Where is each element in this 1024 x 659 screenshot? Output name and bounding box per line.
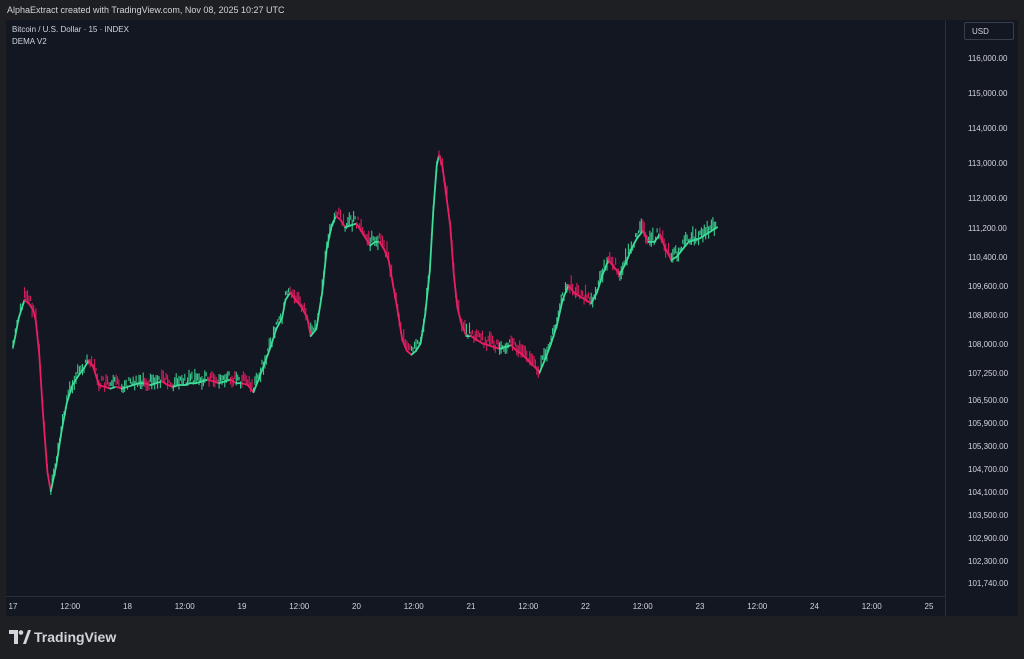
x-tick-label: 22 xyxy=(581,602,590,611)
x-tick-label: 12:00 xyxy=(633,602,654,611)
dema-segment xyxy=(383,248,390,261)
y-tick-label: 104,100.00 xyxy=(968,488,1009,497)
x-tick-label: 20 xyxy=(352,602,361,611)
y-tick-label: 108,000.00 xyxy=(968,340,1009,349)
dema-segment xyxy=(504,344,513,348)
currency-label: USD xyxy=(972,27,989,36)
x-tick-label: 21 xyxy=(467,602,476,611)
dema-segment xyxy=(432,165,438,214)
y-tick-label: 112,000.00 xyxy=(968,194,1008,203)
dema-segment xyxy=(392,284,399,312)
y-tick-label: 115,000.00 xyxy=(968,89,1008,98)
dema-segment xyxy=(452,273,459,309)
x-tick-label: 18 xyxy=(123,602,132,611)
dema-segment xyxy=(325,226,333,251)
x-tick-label: 17 xyxy=(9,602,18,611)
x-tick-label: 12:00 xyxy=(404,602,425,611)
dema-segment xyxy=(28,302,35,312)
dema-segment xyxy=(339,218,347,229)
dema-segment xyxy=(460,324,468,338)
chart-canvas[interactable]: 116,000.00 115,000.00 114,000.00 113,000.00… xyxy=(0,0,1024,659)
indicator-legend[interactable]: DEMA V2 xyxy=(12,37,47,46)
y-tick-label: 111,200.00 xyxy=(968,224,1007,233)
dema-segment xyxy=(87,359,94,368)
y-tick-label: 108,800.00 xyxy=(968,311,1009,320)
y-tick-label: 102,900.00 xyxy=(968,534,1009,543)
dema-segment xyxy=(38,353,44,412)
candles xyxy=(12,150,717,495)
y-tick-label: 107,250.00 xyxy=(968,369,1009,378)
dema-segment xyxy=(441,165,448,202)
tradingview-logo-icon[interactable] xyxy=(9,630,31,644)
dema-segment xyxy=(315,291,324,330)
y-tick-label: 110,400.00 xyxy=(968,253,1008,262)
dema-segment xyxy=(387,259,395,287)
dema-segment xyxy=(83,359,90,370)
dema-segment xyxy=(46,471,52,493)
x-tick-label: 19 xyxy=(238,602,247,611)
dema-segment xyxy=(360,230,367,240)
dema-segment xyxy=(415,342,422,352)
dema-segment xyxy=(115,385,123,390)
y-tick-label: 105,900.00 xyxy=(968,419,1009,428)
dema-segment xyxy=(401,338,408,352)
y-tick-label: 109,600.00 xyxy=(968,282,1009,291)
dema-segment xyxy=(456,306,463,327)
y-tick-label: 104,700.00 xyxy=(968,465,1009,474)
y-tick-label: 106,500.00 xyxy=(968,396,1009,405)
dema-segment xyxy=(424,269,431,316)
y-tick-label: 116,000.00 xyxy=(968,54,1008,63)
dema-segment xyxy=(481,342,490,347)
dema-segment xyxy=(330,215,337,229)
dema-segment xyxy=(396,309,404,341)
dema-segment xyxy=(55,432,62,466)
y-tick-label: 114,000.00 xyxy=(968,124,1008,133)
dema-segment xyxy=(21,298,26,309)
dema-segment xyxy=(284,291,292,301)
dema-segment xyxy=(12,335,17,348)
x-tick-label: 12:00 xyxy=(60,602,81,611)
y-tick-label: 101,740.00 xyxy=(968,579,1009,588)
y-tick-label: 103,500.00 xyxy=(968,511,1009,520)
x-tick-label: 12:00 xyxy=(862,602,883,611)
dema-segment xyxy=(446,200,452,229)
dema-segment xyxy=(355,222,363,232)
dema-segment xyxy=(419,313,427,345)
dema-segment xyxy=(449,226,455,276)
footer xyxy=(0,617,1024,659)
x-tick-label: 24 xyxy=(810,602,819,611)
x-tick-label: 23 xyxy=(696,602,705,611)
x-tick-label: 12:00 xyxy=(175,602,196,611)
dema-segment xyxy=(78,367,85,376)
y-tick-label: 113,000.00 xyxy=(968,159,1008,168)
dema-segment xyxy=(200,378,209,383)
dema-segment xyxy=(41,409,49,473)
y-tick-label: 102,300.00 xyxy=(968,557,1009,566)
x-tick-label: 12:00 xyxy=(747,602,768,611)
currency-selector[interactable]: USD xyxy=(964,22,1014,40)
dema-segment xyxy=(321,248,328,294)
dema-segment xyxy=(35,320,41,356)
dema-segment xyxy=(428,211,435,272)
y-tick-label: 105,300.00 xyxy=(968,442,1009,451)
x-tick-label: 12:00 xyxy=(289,602,310,611)
x-tick-label: 25 xyxy=(925,602,934,611)
x-tick-label: 12:00 xyxy=(518,602,539,611)
symbol-legend[interactable]: Bitcoin / U.S. Dollar · 15 · INDEX xyxy=(12,25,129,34)
dema-segment xyxy=(364,237,372,247)
dema-segment xyxy=(132,382,140,386)
tradingview-brand[interactable]: TradingView xyxy=(34,629,116,645)
dema-segment xyxy=(378,240,385,251)
